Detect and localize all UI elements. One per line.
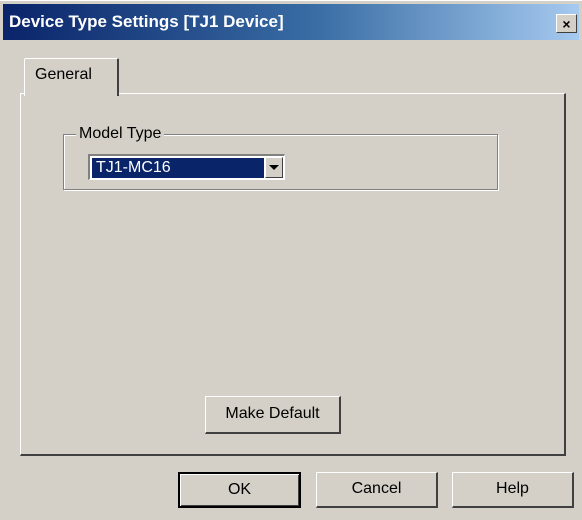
model-type-dropdown-button[interactable] xyxy=(265,157,283,178)
close-icon: × xyxy=(562,15,571,32)
window-title: Device Type Settings [TJ1 Device] xyxy=(9,12,284,31)
make-default-button[interactable]: Make Default xyxy=(205,396,341,434)
tab-general[interactable]: General xyxy=(24,58,119,96)
make-default-button-label: Make Default xyxy=(225,405,320,422)
ok-button[interactable]: OK xyxy=(178,472,301,508)
model-type-selected-value: TJ1-MC16 xyxy=(92,158,264,178)
tab-general-label: General xyxy=(35,66,92,83)
ok-button-label: OK xyxy=(227,481,252,498)
model-type-select[interactable]: TJ1-MC16 xyxy=(88,154,285,180)
help-button[interactable]: Help xyxy=(452,472,574,508)
cancel-button-label: Cancel xyxy=(351,480,402,497)
chevron-down-icon xyxy=(269,165,279,170)
title-bar[interactable]: Device Type Settings [TJ1 Device] × xyxy=(3,4,579,40)
device-type-settings-dialog: Device Type Settings [TJ1 Device] × Gene… xyxy=(0,0,582,520)
help-button-label: Help xyxy=(496,480,529,497)
cancel-button[interactable]: Cancel xyxy=(316,472,438,508)
model-type-group-label: Model Type xyxy=(76,125,165,143)
close-button[interactable]: × xyxy=(556,14,577,33)
